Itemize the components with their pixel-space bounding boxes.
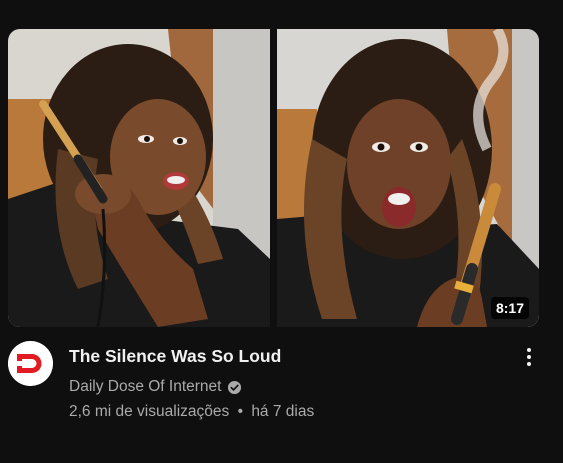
channel-link[interactable]: Daily Dose Of Internet [69,376,242,398]
view-count: 2,6 mi de visualizações [69,403,230,420]
thumbnail-left-panel [8,29,270,327]
video-title[interactable]: The Silence Was So Loud [69,344,499,368]
verified-check-icon [228,380,242,394]
channel-name[interactable]: Daily Dose Of Internet [69,376,221,398]
daily-dose-logo-icon [8,341,53,386]
channel-avatar[interactable] [8,341,53,386]
thumbnail-right-panel [277,29,539,327]
more-vert-icon [527,348,531,352]
video-metadata: 2,6 mi de visualizações • há 7 dias [69,401,314,423]
duration-badge: 8:17 [490,297,529,319]
meta-separator: • [237,403,243,420]
upload-age: há 7 dias [251,403,315,420]
thumbnail-image [8,29,539,327]
video-card: 8:17 The Silence Was So Loud Daily Dose … [0,0,563,463]
more-options-button[interactable] [516,344,542,370]
video-thumbnail[interactable]: 8:17 [8,29,539,327]
